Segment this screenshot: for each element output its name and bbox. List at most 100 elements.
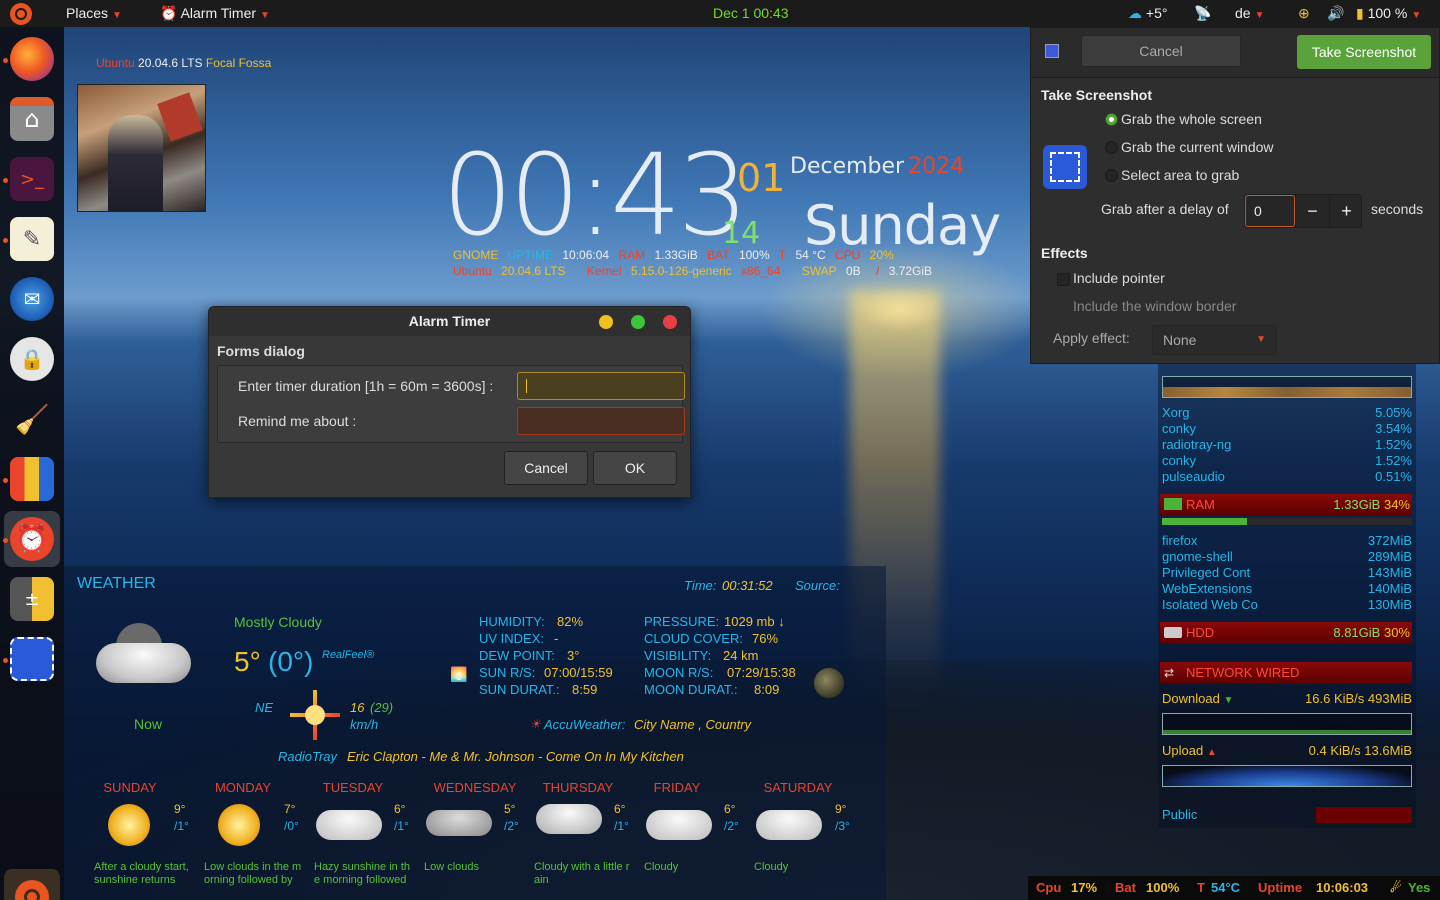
sun-dur-label: SUN DURAT.: — [479, 682, 560, 697]
running-indicator — [3, 58, 8, 63]
duration-input[interactable] — [517, 372, 685, 400]
radio-current-window[interactable] — [1105, 141, 1118, 154]
radio-whole-screen[interactable] — [1105, 113, 1118, 126]
activities-ubuntu-icon[interactable] — [10, 3, 32, 25]
kernel-value: 5.15.0-126-generic — [630, 264, 732, 278]
datetime-menu[interactable]: Dec 1 00:43 — [713, 0, 789, 27]
month-name: December — [790, 154, 905, 179]
process-name: conky — [1162, 421, 1196, 436]
ram-icon — [1164, 498, 1182, 510]
ok-button[interactable]: OK — [593, 451, 677, 485]
mostly-cloudy-night-icon — [96, 618, 191, 688]
delay-increase-button[interactable]: + — [1329, 195, 1363, 227]
thunderbird-icon[interactable]: ✉ — [10, 277, 54, 321]
weather-source-label: Source: — [795, 578, 840, 593]
minimize-button[interactable] — [599, 315, 613, 329]
bat-label: BAT — [707, 248, 730, 262]
include-pointer-label[interactable]: Include pointer — [1073, 270, 1165, 286]
moon-dur-value: 8:09 — [754, 682, 780, 697]
apply-effect-select[interactable]: None ▼ — [1152, 325, 1277, 355]
forecast-day: SUNDAY — [103, 780, 157, 795]
show-applications-button[interactable] — [4, 869, 60, 900]
pencils-icon[interactable] — [10, 457, 54, 501]
option-select-area[interactable]: Select area to grab — [1121, 167, 1239, 183]
alarm-clock-icon[interactable]: ⏰ — [10, 517, 54, 561]
forecast-high: 9° — [835, 802, 847, 816]
temp-label: T — [778, 248, 787, 262]
calculator-icon[interactable]: ± — [10, 577, 54, 621]
os-name: Ubuntu — [96, 56, 135, 70]
version-value: 20.04.6 LTS — [501, 264, 566, 278]
battery-indicator[interactable]: ▮ 100 % ▼ — [1356, 0, 1421, 27]
visibility-label: VISIBILITY: — [644, 648, 712, 663]
radio-tray-icon[interactable]: 📡 — [1194, 0, 1211, 27]
temp-value: 54°C — [1211, 880, 1241, 895]
weather-widget: WEATHER Time: 00:31:52 Source: Now Mostl… — [64, 566, 886, 900]
bleachbit-icon[interactable]: 🧹 — [10, 397, 54, 441]
option-whole-screen[interactable]: Grab the whole screen — [1121, 111, 1262, 127]
places-menu[interactable]: Places ▼ — [66, 0, 122, 27]
include-pointer-checkbox[interactable] — [1057, 273, 1070, 286]
network-label: NETWORK WIRED — [1186, 665, 1300, 680]
sun-cloud-icon — [218, 804, 260, 846]
volume-icon[interactable]: 🔊 — [1327, 0, 1344, 27]
network-status-value: Yes — [1408, 880, 1431, 895]
running-indicator — [3, 658, 8, 663]
hdd-percent: 30% — [1383, 625, 1410, 640]
upload-arrow-icon: ▲ — [1206, 747, 1217, 758]
seconds-number: 14 — [722, 216, 761, 251]
forecast-low: /1° — [174, 819, 189, 833]
radio-select-area[interactable] — [1105, 169, 1118, 182]
swap-total: 3.72GiB — [888, 264, 933, 278]
process-name: Privileged Cont — [1162, 565, 1251, 580]
battery-percent: 100 % — [1367, 5, 1408, 21]
maximize-button[interactable] — [631, 315, 645, 329]
firefox-icon[interactable] — [10, 37, 54, 81]
network-icon[interactable]: ⊕ — [1298, 0, 1310, 27]
forecast-day: WEDNESDAY — [433, 780, 517, 795]
forecast-high: 6° — [394, 802, 406, 816]
remind-input[interactable] — [517, 407, 685, 435]
public-ip-row: Public — [1162, 807, 1412, 823]
cpu-label: Cpu — [1036, 880, 1062, 895]
battery-icon: ▮ — [1356, 5, 1364, 21]
ram-value: 1.33GiB — [654, 248, 698, 262]
cancel-button[interactable]: Cancel — [504, 451, 588, 485]
chevron-down-icon: ▼ — [1254, 10, 1265, 21]
temp-label: T — [1197, 880, 1205, 895]
files-icon[interactable]: ⌂ — [10, 97, 54, 141]
hdd-value: 8.81GiB — [1333, 625, 1381, 640]
process-row: Xorg 5.05% — [1162, 405, 1412, 421]
weather-indicator[interactable]: ☁ +5° — [1128, 0, 1167, 27]
form-group: Enter timer duration [1h = 60m = 3600s] … — [217, 365, 685, 443]
delay-input[interactable]: 0 — [1245, 195, 1295, 227]
close-button[interactable] — [663, 315, 677, 329]
big-clock: 00:43 — [442, 131, 749, 261]
keepassxc-icon[interactable]: 🔒 — [10, 337, 54, 381]
text-editor-icon[interactable]: ✎ — [10, 217, 54, 261]
gnome-label: GNOME — [453, 248, 499, 262]
delay-decrease-button[interactable]: − — [1295, 195, 1329, 227]
month-year: December 2024 — [790, 154, 964, 179]
public-ip-label: Public — [1162, 807, 1198, 822]
take-screenshot-button[interactable]: Take Screenshot — [1297, 35, 1431, 69]
os-label: Ubuntu 20.04.6 LTS Focal Fossa — [96, 56, 271, 70]
bat-value: 100% — [1146, 880, 1180, 895]
process-row: conky 3.54% — [1162, 421, 1412, 437]
dialog-titlebar[interactable]: Alarm Timer — [209, 307, 690, 336]
cloud-rain-icon — [536, 804, 602, 834]
cloud-icon — [646, 810, 712, 840]
forecast-desc: Cloudy with a little rain — [534, 861, 630, 886]
process-row: conky 1.52% — [1162, 453, 1412, 469]
screenshot-icon[interactable] — [10, 637, 54, 681]
wind-direction: NE — [255, 700, 274, 715]
screenshot-header: Cancel Take Screenshot — [1031, 28, 1439, 78]
process-value: 130MiB — [1367, 597, 1412, 612]
option-current-window[interactable]: Grab the current window — [1121, 139, 1274, 155]
cancel-button[interactable]: Cancel — [1081, 35, 1241, 67]
alarm-timer-menu[interactable]: ⏰ Alarm Timer ▼ — [160, 0, 270, 27]
swap-label: SWAP — [801, 264, 837, 278]
keyboard-layout-menu[interactable]: de ▼ — [1235, 0, 1264, 27]
terminal-icon[interactable]: >_ — [10, 157, 54, 201]
forecast-low: /1° — [394, 819, 409, 833]
